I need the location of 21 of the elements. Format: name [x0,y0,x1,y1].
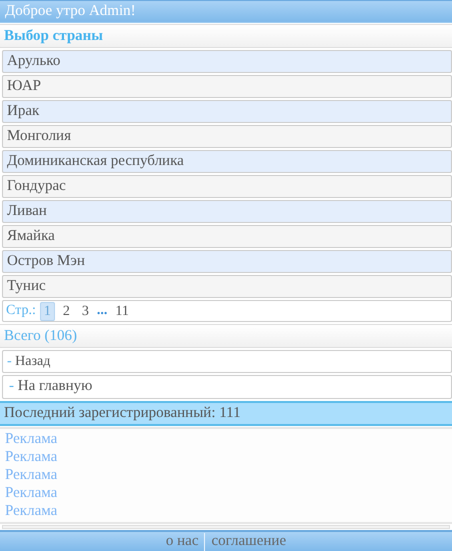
country-link[interactable]: Ирак [2,100,452,123]
country-link[interactable]: Остров Мэн [2,250,452,273]
country-link[interactable]: Ямайка [2,225,452,248]
country-link[interactable]: Гондурас [2,175,452,198]
last-registered: Последний зарегистрированный: 111 [0,401,452,426]
page-link[interactable]: 11 [111,302,133,320]
country-link[interactable]: Доминиканская республика [2,150,452,173]
country-link[interactable]: ЮАР [2,75,452,98]
page-link[interactable]: 2 [58,302,74,320]
pagination-ellipsis: ... [96,302,108,320]
nav-link[interactable]: - На главную [2,375,452,399]
country-link[interactable]: Ливан [2,200,452,223]
country-link[interactable]: Монголия [2,125,452,148]
country-link[interactable]: Арулько [2,50,452,73]
total-count: Всего (106) [0,324,452,348]
country-link[interactable]: Тунис [2,275,452,298]
section-title: Выбор страны [0,24,452,48]
nav-link[interactable]: - Назад [2,350,452,373]
page-link[interactable]: 3 [78,302,93,320]
greeting: Доброе утро Admin! [5,3,136,19]
pagination-label: Стр.: [6,302,36,320]
